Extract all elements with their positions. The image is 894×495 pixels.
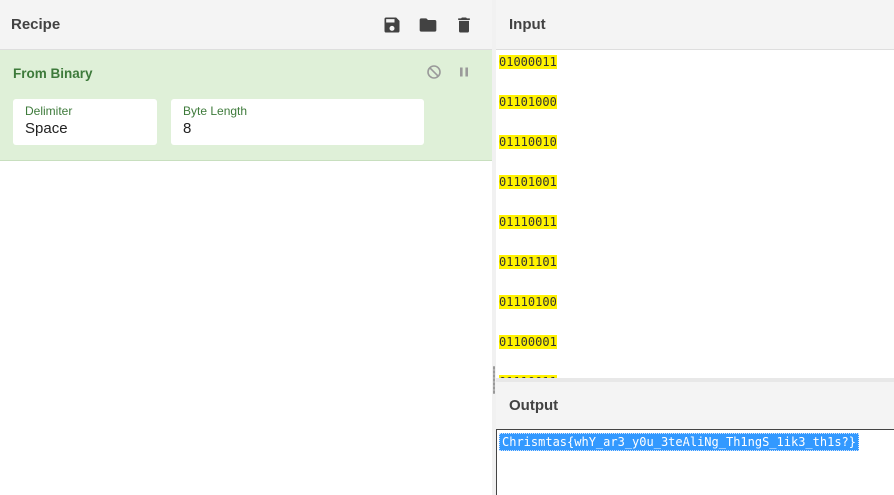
output-text[interactable]: Chrismtas{whY_ar3_y0u_3teAliNg_Th1ngS_1i… (499, 433, 860, 451)
output-header: Output (496, 382, 894, 430)
resize-handle[interactable] (493, 366, 495, 394)
operation-title: From Binary (13, 66, 93, 81)
recipe-title: Recipe (11, 16, 61, 33)
folder-icon[interactable] (418, 15, 438, 35)
disable-icon[interactable] (426, 64, 442, 80)
delimiter-value[interactable]: Space (25, 120, 145, 137)
recipe-pane: Recipe From Binary Delimiter Space Byte … (0, 0, 492, 495)
delimiter-field[interactable]: Delimiter Space (13, 99, 157, 145)
delimiter-label: Delimiter (25, 104, 73, 118)
input-line: 01110011 (499, 215, 557, 229)
output-pane: Output Chrismtas{whY_ar3_y0u_3teAliNg_Th… (496, 382, 894, 495)
output-title: Output (509, 397, 559, 414)
input-line: 01110011 (499, 370, 894, 378)
output-textarea[interactable]: Chrismtas{whY_ar3_y0u_3teAliNg_Th1ngS_1i… (496, 430, 894, 495)
byte-length-field[interactable]: Byte Length 8 (171, 99, 424, 145)
pause-icon[interactable] (456, 64, 472, 80)
input-line: 01100001 (499, 335, 557, 349)
operation-from-binary[interactable]: From Binary Delimiter Space Byte Length … (0, 50, 492, 161)
input-line: 01101001 (499, 175, 557, 189)
input-header: Input (496, 0, 894, 50)
input-title: Input (509, 16, 546, 33)
input-line: 01110010 (499, 135, 557, 149)
input-line: 01101000 (499, 95, 557, 109)
recipe-header: Recipe (0, 0, 492, 50)
byte-length-value[interactable]: 8 (183, 120, 412, 137)
trash-icon[interactable] (454, 15, 474, 35)
operation-controls (426, 64, 472, 80)
input-pane: Input 01000011 01101000 01110010 0110100… (496, 0, 894, 378)
input-line: 01110100 (499, 295, 557, 309)
byte-length-label: Byte Length (183, 104, 248, 118)
input-line: 01000011 (499, 55, 557, 69)
recipe-toolbar (382, 15, 474, 35)
input-textarea[interactable]: 01000011 01101000 01110010 01101001 0111… (496, 50, 894, 378)
input-line: 01101101 (499, 255, 557, 269)
save-icon[interactable] (382, 15, 402, 35)
